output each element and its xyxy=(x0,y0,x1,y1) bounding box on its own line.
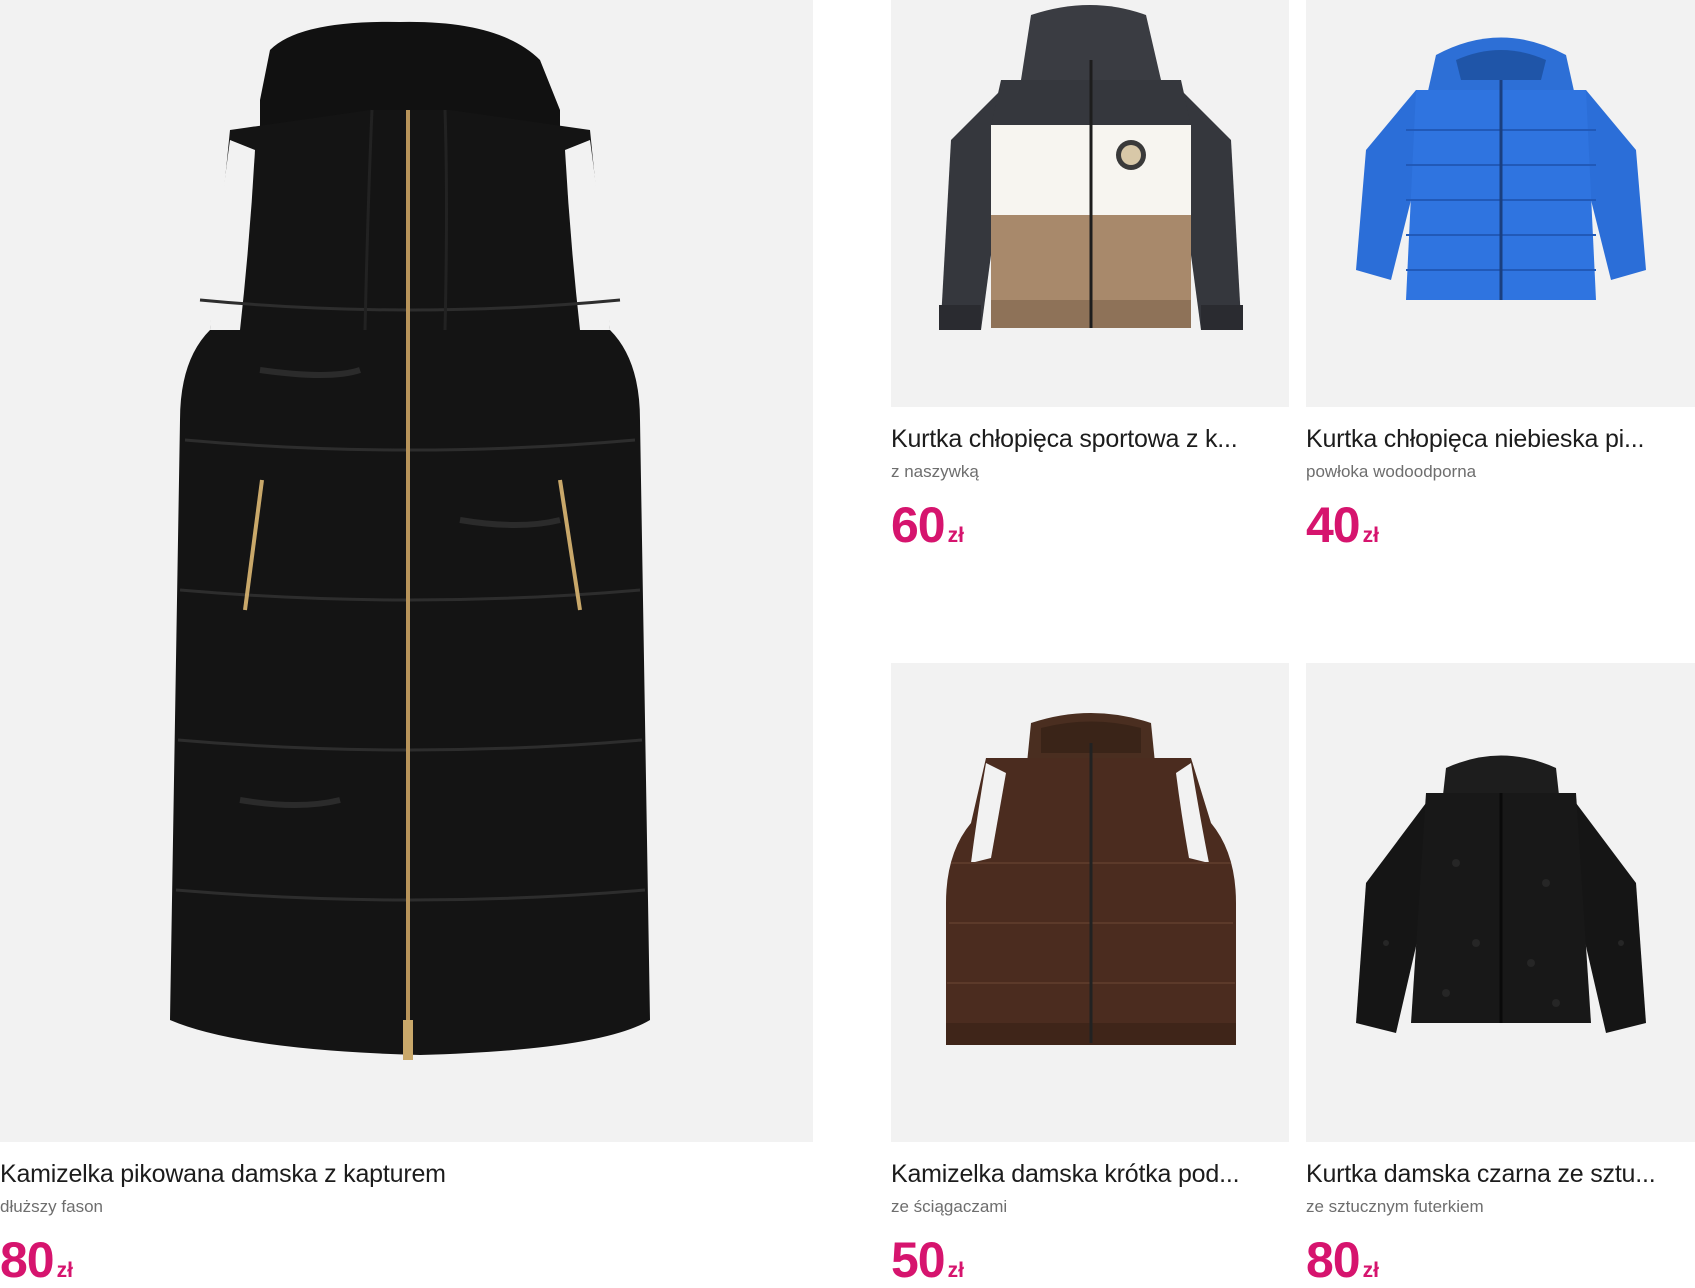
product-price: 80 zł xyxy=(1306,1235,1695,1285)
product-title[interactable]: Kamizelka pikowana damska z kapturem xyxy=(0,1160,813,1189)
price-currency: zł xyxy=(947,1259,964,1282)
brown-short-vest-image xyxy=(946,713,1236,1045)
blue-puffer-jacket-image xyxy=(1356,37,1646,300)
price-amount: 40 xyxy=(1306,497,1361,553)
product-subtitle: ze ściągaczami xyxy=(891,1197,1008,1216)
product-price: 80 zł xyxy=(0,1235,813,1285)
product-title[interactable]: Kurtka damska czarna ze sztu... xyxy=(1306,1160,1695,1189)
product-subtitle: z naszywką xyxy=(891,462,979,481)
product-image[interactable] xyxy=(1306,0,1695,407)
price-amount: 80 xyxy=(1306,1232,1361,1288)
product-title[interactable]: Kurtka chłopięca sportowa z k... xyxy=(891,425,1289,454)
product-subtitle: dłuższy fason xyxy=(0,1197,103,1216)
product-card[interactable]: Kamizelka damska krótka pod... ze ściąga… xyxy=(891,663,1289,1285)
product-price: 40 zł xyxy=(1306,500,1695,550)
product-subtitle: ze sztucznym futerkiem xyxy=(1306,1197,1484,1216)
product-image[interactable] xyxy=(891,663,1289,1142)
product-subtitle: powłoka wodoodporna xyxy=(1306,462,1477,481)
colorblock-sport-jacket-image xyxy=(939,5,1243,330)
product-price: 60 zł xyxy=(891,500,1289,550)
price-currency: zł xyxy=(56,1259,73,1282)
product-price: 50 zł xyxy=(891,1235,1289,1285)
product-card[interactable]: Kurtka damska czarna ze sztu... ze sztuc… xyxy=(1306,663,1695,1285)
black-long-puffer-vest-image xyxy=(170,21,650,1060)
product-image[interactable] xyxy=(0,0,813,1142)
black-faux-fur-jacket-image xyxy=(1356,755,1646,1033)
price-currency: zł xyxy=(1362,524,1379,547)
product-image[interactable] xyxy=(891,0,1289,407)
product-card[interactable]: Kurtka chłopięca sportowa z k... z naszy… xyxy=(891,0,1289,550)
product-card[interactable]: Kamizelka pikowana damska z kapturem dłu… xyxy=(0,0,813,1285)
price-amount: 50 xyxy=(891,1232,946,1288)
product-title[interactable]: Kurtka chłopięca niebieska pi... xyxy=(1306,425,1695,454)
product-image[interactable] xyxy=(1306,663,1695,1142)
price-currency: zł xyxy=(947,524,964,547)
price-amount: 60 xyxy=(891,497,946,553)
price-amount: 80 xyxy=(0,1232,55,1288)
product-card[interactable]: Kurtka chłopięca niebieska pi... powłoka… xyxy=(1306,0,1695,550)
price-currency: zł xyxy=(1362,1259,1379,1282)
product-title[interactable]: Kamizelka damska krótka pod... xyxy=(891,1160,1289,1189)
